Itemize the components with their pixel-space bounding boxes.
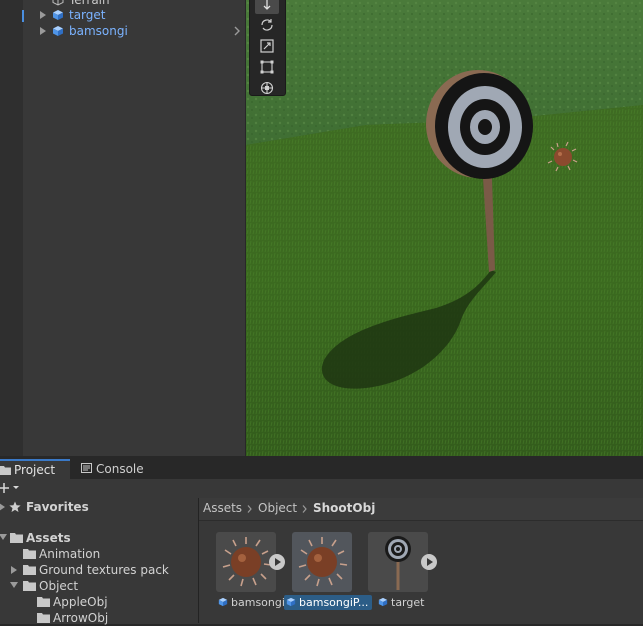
asset-label[interactable]: target <box>378 595 424 610</box>
transform-tool-button[interactable] <box>255 79 279 98</box>
asset-label-text: target <box>391 596 425 609</box>
tree-label: Object <box>39 579 79 593</box>
target-bullseye <box>478 119 492 135</box>
prefab-icon <box>52 25 64 37</box>
tab-console-label: Console <box>96 462 144 476</box>
chevron-right-icon <box>302 505 307 513</box>
folder-icon <box>37 597 50 607</box>
breadcrumb-item[interactable]: Object <box>258 501 297 515</box>
tree-item-assets[interactable]: Assets <box>0 530 198 546</box>
tree-item-animation[interactable]: Animation <box>0 546 198 562</box>
console-icon <box>81 463 92 473</box>
asset-label[interactable]: bamsongi <box>218 595 285 610</box>
star-icon <box>9 501 21 512</box>
rect-tool-icon <box>260 60 274 74</box>
rotate-tool-button[interactable] <box>255 16 279 35</box>
tab-project[interactable]: Project <box>0 459 70 479</box>
breadcrumb: Assets Object ShootObj <box>199 498 643 521</box>
create-button[interactable] <box>0 480 30 496</box>
chestnut-icon <box>298 537 348 587</box>
hierarchy-gutter <box>0 0 23 456</box>
tree-label: ArrowObj <box>53 611 109 625</box>
transform-tool-icon <box>260 81 274 95</box>
expand-arrow-icon[interactable] <box>40 11 46 19</box>
scene-tool-palette <box>249 0 286 96</box>
tree-label: Assets <box>26 531 71 545</box>
collapse-arrow-icon[interactable] <box>0 534 7 540</box>
tree-item-object[interactable]: Object <box>0 578 198 594</box>
folder-icon <box>23 549 36 559</box>
plus-icon <box>0 483 19 493</box>
hierarchy-item-bamsongi[interactable]: bamsongi <box>0 23 245 39</box>
prefab-icon <box>378 597 388 607</box>
chestnut-icon <box>222 537 272 587</box>
tab-project-label: Project <box>14 463 56 477</box>
folder-icon <box>0 466 11 475</box>
asset-thumbnail-target[interactable] <box>368 532 428 592</box>
chevron-right-icon <box>247 505 252 513</box>
chevron-right-icon[interactable] <box>232 25 242 37</box>
hierarchy-item-target[interactable]: target <box>0 7 245 23</box>
tree-label: Animation <box>39 547 101 561</box>
breadcrumb-current[interactable]: ShootObj <box>313 501 375 515</box>
hierarchy-item-label: bamsongi <box>69 24 128 38</box>
tree-label: Ground textures pack <box>39 563 169 577</box>
hierarchy-panel <box>0 0 245 456</box>
prefab-icon <box>218 597 228 607</box>
tree-item-ground-textures[interactable]: Ground textures pack <box>0 562 198 578</box>
move-tool-button[interactable] <box>255 0 279 14</box>
prefab-icon <box>286 597 296 607</box>
asset-thumbnail-bamsongi[interactable] <box>216 532 276 592</box>
expand-prefab-button[interactable] <box>269 554 285 570</box>
tree-item-favorites[interactable]: Favorites <box>0 499 198 515</box>
rotate-tool-icon <box>261 19 273 31</box>
rect-tool-button[interactable] <box>255 58 279 77</box>
asset-label-text: bamsongiP... <box>299 596 369 609</box>
folder-open-icon <box>23 581 36 591</box>
asset-thumbnail-bamsongiprefab[interactable] <box>292 532 352 592</box>
scale-tool-icon <box>260 39 274 53</box>
expand-arrow-icon[interactable] <box>11 566 17 574</box>
tree-item-arrowobj[interactable]: ArrowObj <box>0 610 198 626</box>
favorites-label: Favorites <box>26 500 89 514</box>
tree-item-appleobj[interactable]: AppleObj <box>0 594 198 610</box>
asset-label-selected[interactable]: bamsongiP... <box>284 595 373 610</box>
hierarchy-item-label: target <box>69 8 106 22</box>
scale-tool-button[interactable] <box>255 37 279 56</box>
collapse-arrow-icon[interactable] <box>10 582 18 588</box>
folder-open-icon <box>10 533 23 543</box>
scene-view[interactable] <box>246 0 643 456</box>
folder-icon <box>23 565 36 575</box>
move-tool-icon <box>263 0 271 10</box>
expand-prefab-button[interactable] <box>421 554 437 570</box>
target-icon <box>385 536 411 590</box>
breadcrumb-item[interactable]: Assets <box>203 501 242 515</box>
prefab-icon <box>52 9 64 21</box>
folder-icon <box>37 613 50 623</box>
expand-arrow-icon[interactable] <box>0 503 5 511</box>
gameobject-icon <box>52 0 64 6</box>
tree-label: AppleObj <box>53 595 108 609</box>
expand-arrow-icon[interactable] <box>40 27 46 35</box>
asset-label-text: bamsongi <box>231 596 285 609</box>
